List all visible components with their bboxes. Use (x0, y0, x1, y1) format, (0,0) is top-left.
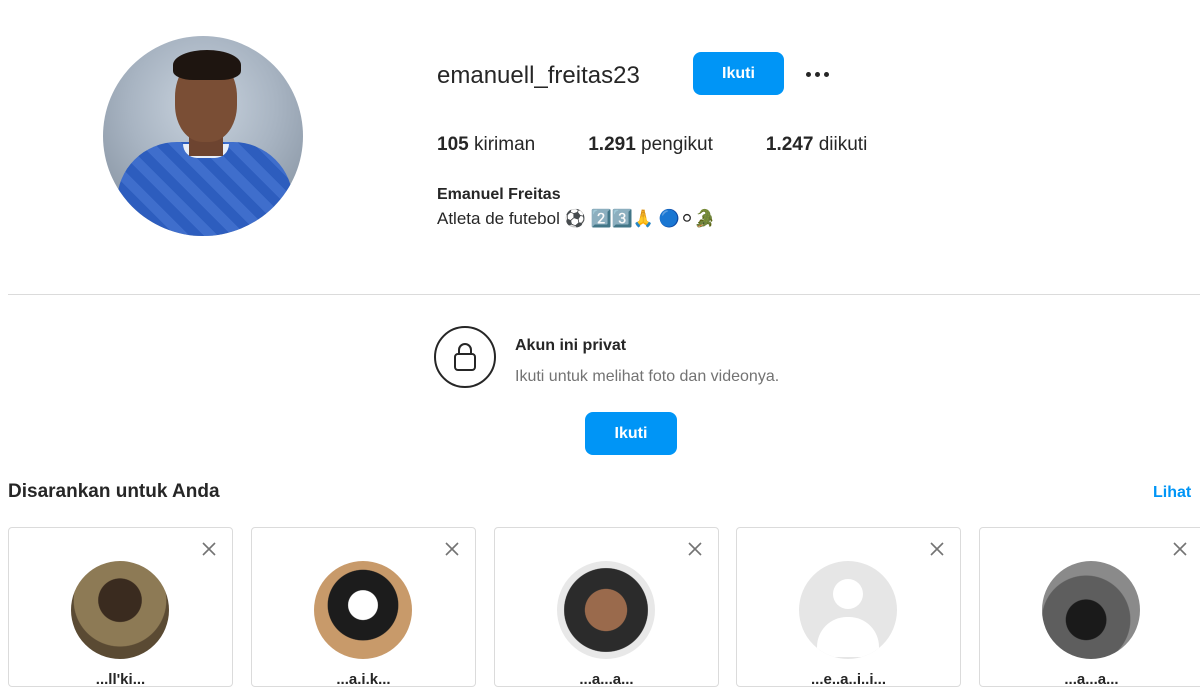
profile-stats: 105 kiriman 1.291 pengikut 1.247 diikuti (437, 132, 867, 158)
followers-stat[interactable]: 1.291 pengikut (588, 132, 713, 158)
profile-avatar[interactable] (103, 36, 303, 236)
see-all-link[interactable]: Lihat (1153, 484, 1191, 502)
suggestions-title: Disarankan untuk Anda (8, 481, 220, 502)
following-stat[interactable]: 1.247 diikuti (766, 132, 867, 158)
suggestion-avatar[interactable] (557, 561, 655, 659)
posts-label: kiriman (473, 134, 536, 155)
more-dot (814, 71, 820, 77)
followers-count: 1.291 (588, 134, 636, 155)
lock-icon (434, 326, 496, 388)
private-follow-button[interactable]: Ikuti (585, 412, 677, 455)
close-icon[interactable] (200, 540, 218, 558)
following-label: diikuti (818, 134, 868, 155)
suggestion-avatar[interactable] (1042, 561, 1140, 659)
suggestion-card[interactable]: ...e..a..i..i... (736, 527, 961, 688)
close-icon[interactable] (1171, 540, 1189, 558)
suggestion-name[interactable]: ...a.i.k... (252, 671, 475, 688)
placeholder-head (833, 579, 863, 609)
suggestion-card[interactable]: ...a...a... (494, 527, 719, 688)
profile-bio: Atleta de futebol ⚽ 2️⃣3️⃣🙏 🔵⚪🐊 (437, 209, 716, 228)
suggestion-name[interactable]: ...a...a... (495, 671, 718, 688)
posts-count: 105 (437, 134, 469, 155)
more-options-icon[interactable] (800, 62, 834, 86)
profile-full-name: Emanuel Freitas (437, 186, 561, 203)
following-count: 1.247 (765, 134, 814, 155)
placeholder-body (817, 617, 879, 657)
suggestion-avatar[interactable] (71, 561, 169, 659)
follow-button[interactable]: Ikuti (693, 52, 784, 95)
suggestion-avatar[interactable] (314, 561, 412, 659)
section-divider (8, 294, 1200, 295)
suggestion-name[interactable]: ...e..a..i..i... (737, 671, 960, 688)
suggestion-card[interactable]: ...a.i.k... (251, 527, 476, 688)
posts-stat: 105 kiriman (437, 132, 535, 158)
suggestion-card[interactable]: ...ll'ki... (8, 527, 233, 688)
private-account-title: Akun ini privat (515, 337, 627, 354)
more-dot (823, 71, 829, 77)
suggestion-name[interactable]: ...ll'ki... (9, 671, 232, 688)
profile-username: emanuell_freitas23 (437, 62, 640, 89)
avatar-hair (173, 50, 241, 80)
private-account-subtitle: Ikuti untuk melihat foto dan videonya. (515, 368, 780, 385)
default-avatar-icon[interactable] (799, 561, 897, 659)
more-dot (805, 71, 811, 77)
close-icon[interactable] (443, 540, 461, 558)
close-icon[interactable] (928, 540, 946, 558)
close-icon[interactable] (686, 540, 704, 558)
suggestion-name[interactable]: ...a...a... (980, 671, 1200, 688)
suggestion-card[interactable]: ...a...a... (979, 527, 1200, 688)
followers-label: pengikut (641, 134, 713, 155)
